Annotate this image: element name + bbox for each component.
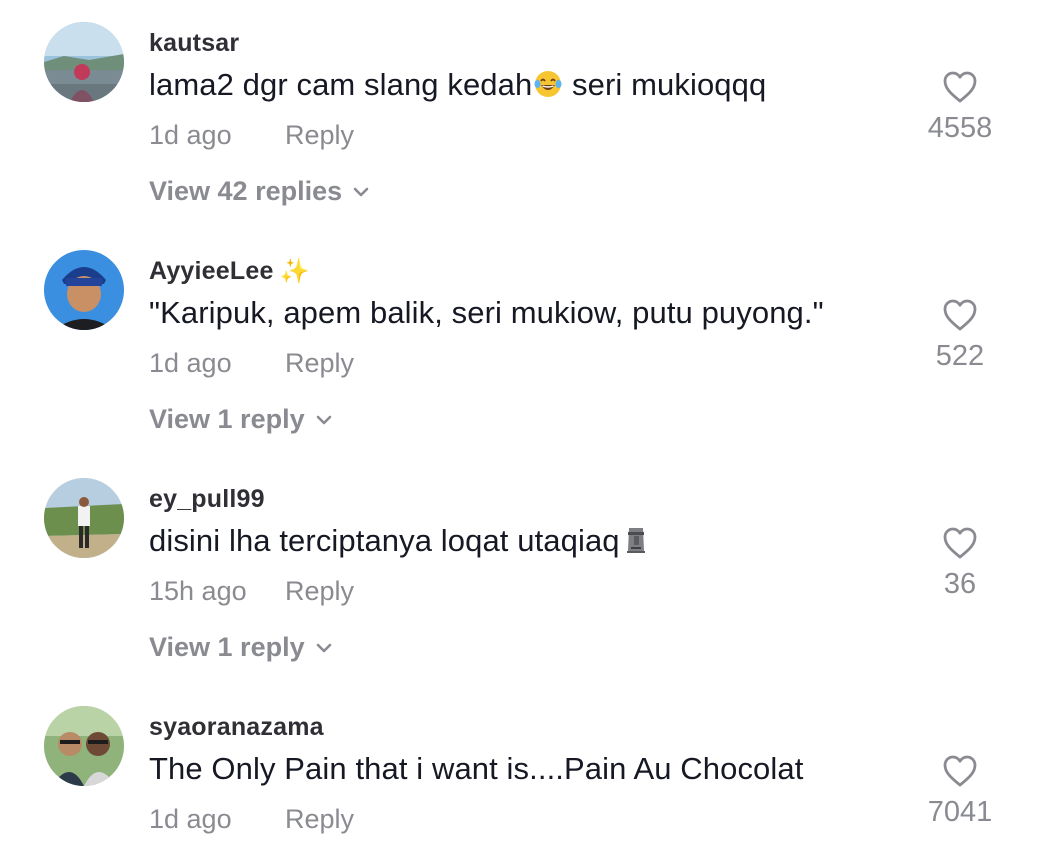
like-count: 7041 [927,796,993,828]
reply-button[interactable]: Reply [285,120,354,151]
comment-text: disini lha terciptanya loqat utaqiaq [149,523,651,559]
avatar-image [44,478,124,558]
like-count: 36 [943,568,977,600]
chevron-down-icon [353,187,369,197]
comment-username[interactable]: ey_pull99 [149,485,265,514]
avatar[interactable] [44,250,124,330]
comment-username[interactable]: syaoranazama [149,713,324,742]
like-count: 522 [935,340,985,372]
comment-timestamp: 1d ago [149,348,232,378]
comment-text-part: seri mukioqqq [563,67,767,102]
avatar[interactable] [44,478,124,558]
like-control: 36 [920,526,1000,601]
heart-outline-icon[interactable] [942,70,978,104]
view-replies-label: View 1 reply [149,632,305,662]
view-replies-label: View 42 replies [149,176,343,206]
avatar[interactable] [44,706,124,786]
like-control: 4558 [920,70,1000,145]
comment-item: AyyieeLee ✨ "Karipuk, apem balik, seri mu… [0,228,1038,456]
like-count: 4558 [927,112,993,144]
like-control: 522 [920,298,1000,373]
comment-item: kautsar lama2 dgr cam slang kedah seri m… [0,0,1038,228]
comment-username[interactable]: AyyieeLee ✨ [149,257,310,286]
reply-button[interactable]: Reply [285,576,354,607]
username-label: AyyieeLee [149,257,274,285]
comment-timestamp: 1d ago [149,120,232,150]
view-replies-button[interactable]: View 1 reply [149,404,333,435]
comment-username[interactable]: kautsar [149,29,239,58]
reply-button[interactable]: Reply [285,804,354,835]
chevron-down-icon [316,415,331,425]
comment-text: The Only Pain that i want is....Pain Au … [149,751,804,786]
chevron-down-icon [316,643,331,653]
avatar-image [44,706,124,786]
reply-button[interactable]: Reply [285,348,354,379]
sparkles-badge: ✨ [279,258,310,285]
comment-text-part: lama2 dgr cam slang kedah [149,67,533,102]
avatar-image [44,250,124,330]
moai-emoji [626,528,645,553]
comment-timestamp: 1d ago [149,804,232,834]
heart-outline-icon[interactable] [942,298,978,332]
comment-text: "Karipuk, apem balik, seri mukiow, putu … [149,295,824,330]
comment-text-part: disini lha terciptanya loqat utaqiaq [149,523,620,558]
heart-outline-icon[interactable] [942,526,978,560]
view-replies-label: View 1 reply [149,404,305,434]
avatar[interactable] [44,22,124,102]
heart-outline-icon[interactable] [942,754,978,788]
avatar-image [44,22,124,102]
comment-timestamp: 15h ago [149,576,247,606]
comment-item: ey_pull99 disini lha terciptanya loqat u… [0,456,1038,684]
like-control: 7041 [920,754,1000,829]
comment-item: syaoranazama The Only Pain that i want i… [0,684,1038,850]
view-replies-button[interactable]: View 1 reply [149,632,333,663]
tears-of-joy-emoji [534,71,562,97]
view-replies-button[interactable]: View 42 replies [149,176,370,207]
comment-text: lama2 dgr cam slang kedah seri mukioqqq [149,67,766,103]
